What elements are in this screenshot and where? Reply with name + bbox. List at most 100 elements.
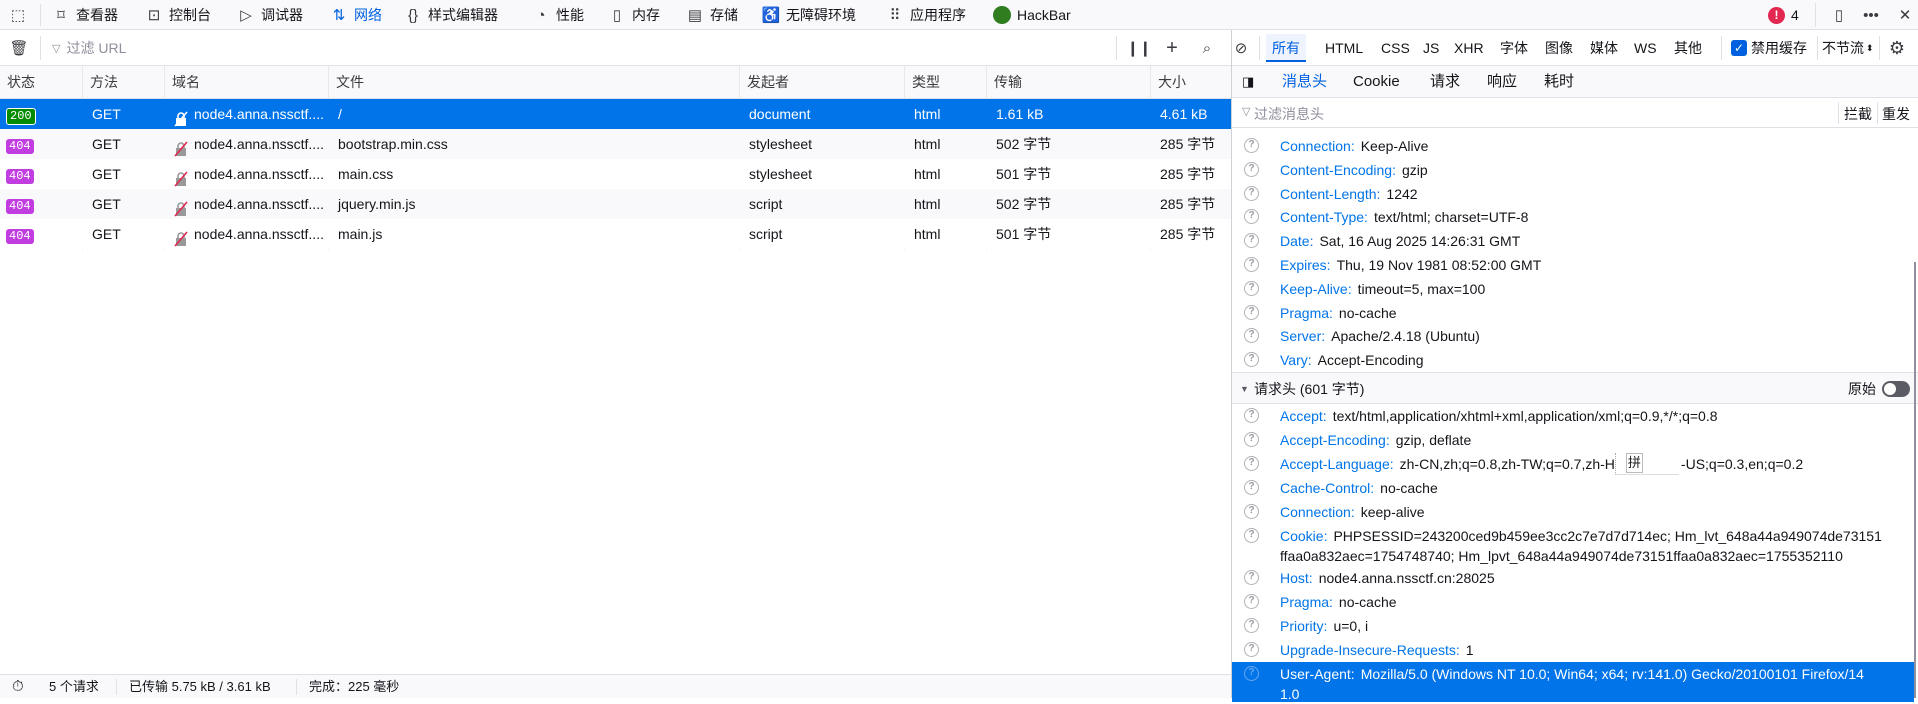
raw-toggle[interactable] bbox=[1882, 381, 1910, 397]
block-button[interactable]: ⊘ bbox=[1232, 33, 1250, 63]
header-row[interactable]: ? Content-Type: text/html; charset=UTF-8 bbox=[1232, 205, 1914, 229]
header-row[interactable]: ? Connection: Keep-Alive bbox=[1232, 134, 1914, 158]
header-name: Connection: bbox=[1280, 504, 1355, 520]
col-initiator[interactable]: 发起者 bbox=[739, 66, 789, 98]
col-transferred[interactable]: 传输 bbox=[986, 66, 1022, 98]
header-value: zh-CN,zh;q=0.8,zh-TW;q=0.7,zh-H bbox=[1399, 456, 1615, 472]
header-row[interactable]: ? Pragma: no-cache bbox=[1232, 590, 1914, 614]
grid-icon: ⠿ bbox=[889, 7, 901, 24]
tab-response[interactable]: 响应 bbox=[1487, 66, 1517, 98]
type-tab-images[interactable]: 图像 bbox=[1539, 34, 1579, 62]
header-filter-input[interactable]: ▽ 过滤消息头 拦截 重发 bbox=[1232, 98, 1918, 128]
header-row[interactable]: ? Accept-Encoding: gzip, deflate bbox=[1232, 428, 1914, 452]
table-row[interactable]: 404 GET node4.anna.nssctf.... jquery.min.js… bbox=[0, 189, 1232, 219]
type-tab-html[interactable]: HTML bbox=[1319, 34, 1369, 62]
search-button[interactable]: ⌕ bbox=[1198, 33, 1216, 63]
tab-console[interactable]: ⊡ 控制台 bbox=[145, 0, 211, 30]
type-tab-fonts[interactable]: 字体 bbox=[1494, 34, 1534, 62]
header-value: Sat, 16 Aug 2025 14:26:31 GMT bbox=[1319, 233, 1521, 250]
header-row[interactable]: ? Priority: u=0, i bbox=[1232, 614, 1914, 638]
stopwatch-icon: ⏱ bbox=[12, 678, 24, 695]
table-row[interactable]: 404 GET node4.anna.nssctf.... main.css style… bbox=[0, 159, 1232, 189]
header-row-selected[interactable]: ? User-Agent: Mozilla/5.0 (Windows NT 10.0… bbox=[1232, 662, 1914, 702]
request-headers-section-header[interactable]: ▼ 请求头 (601 字节) 原始 bbox=[1232, 372, 1918, 404]
close-devtools-button[interactable]: ✕ bbox=[1896, 0, 1914, 30]
header-row[interactable]: ? Accept: text/html,application/xhtml+xml,… bbox=[1232, 404, 1914, 428]
header-row[interactable]: ? Cache-Control: no-cache bbox=[1232, 476, 1914, 500]
clear-button[interactable]: 🗑 bbox=[9, 33, 28, 63]
header-row[interactable]: ? Pragma: no-cache bbox=[1232, 301, 1914, 325]
header-value-cont: 1.0 bbox=[1280, 686, 1300, 702]
tab-storage[interactable]: ▤ 存储 bbox=[686, 0, 738, 30]
header-row[interactable]: ? Connection: keep-alive bbox=[1232, 500, 1914, 524]
header-row[interactable]: ? Host: node4.anna.nssctf.cn:28025 bbox=[1232, 566, 1914, 590]
col-type[interactable]: 类型 bbox=[904, 66, 940, 98]
table-row[interactable]: 200 GET node4.anna.nssctf.... / document html… bbox=[0, 99, 1232, 129]
tab-inspector[interactable]: ⌑ 查看器 bbox=[52, 0, 118, 30]
disable-cache-checkbox[interactable]: ✓ 禁用缓存 bbox=[1731, 33, 1807, 63]
help-icon: ? bbox=[1244, 408, 1259, 423]
throttle-select[interactable]: 不节流 ⬍ bbox=[1822, 33, 1874, 63]
tab-hackbar[interactable]: HackBar bbox=[993, 0, 1071, 30]
url-filter-input[interactable]: ▽ 过滤 URL bbox=[52, 33, 1122, 63]
error-count-button[interactable]: ! 4 bbox=[1768, 0, 1799, 30]
more-options-button[interactable]: ••• bbox=[1862, 0, 1880, 30]
tab-request[interactable]: 请求 bbox=[1430, 66, 1460, 98]
cell-size: 285 字节 bbox=[1160, 136, 1216, 152]
header-value-end: -US;q=0.3,en;q=0.2 bbox=[1680, 456, 1804, 472]
header-row[interactable]: ? Cookie: PHPSESSID=243200ced9b459ee3cc2c7… bbox=[1232, 524, 1914, 568]
tab-network[interactable]: ⇅ 网络 bbox=[330, 0, 382, 30]
header-row[interactable]: ? Upgrade-Insecure-Requests: 1 bbox=[1232, 638, 1914, 662]
col-domain[interactable]: 域名 bbox=[164, 66, 200, 98]
type-tab-xhr[interactable]: XHR bbox=[1448, 34, 1490, 62]
type-tab-other[interactable]: 其他 bbox=[1668, 34, 1708, 62]
type-tab-js[interactable]: JS bbox=[1417, 34, 1445, 62]
responsive-design-button[interactable]: ▯ bbox=[1830, 0, 1848, 30]
toggle-sidebar-icon[interactable]: ◨ bbox=[1242, 66, 1254, 98]
header-row[interactable]: ? Server: Apache/2.4.18 (Ubuntu) bbox=[1232, 324, 1914, 348]
header-value: text/html; charset=UTF-8 bbox=[1373, 209, 1529, 226]
cell-domain: node4.anna.nssctf.... bbox=[164, 189, 328, 219]
col-size[interactable]: 大小 bbox=[1150, 66, 1186, 98]
pause-button[interactable]: ❙❙ bbox=[1126, 33, 1151, 63]
tab-application[interactable]: ⠿ 应用程序 bbox=[886, 0, 967, 30]
new-request-button[interactable]: + bbox=[1163, 33, 1181, 63]
element-picker-button[interactable]: ⬚ bbox=[9, 0, 27, 30]
tab-performance[interactable]: ◔ 性能 bbox=[532, 0, 584, 30]
help-icon: ? bbox=[1244, 185, 1259, 201]
storage-icon: ▤ bbox=[687, 7, 703, 24]
settings-button[interactable]: ⚙ bbox=[1888, 33, 1906, 63]
tab-headers[interactable]: 消息头 bbox=[1282, 66, 1327, 98]
header-row[interactable]: ? Content-Encoding: gzip bbox=[1232, 158, 1914, 182]
cell-type: html bbox=[914, 136, 941, 152]
header-row[interactable]: ? Accept-Language: zh-CN,zh;q=0.8,zh-TW;q=… bbox=[1232, 452, 1914, 476]
tab-debugger[interactable]: ▷ 调试器 bbox=[237, 0, 303, 30]
block-request-button[interactable]: 拦截 bbox=[1844, 104, 1872, 124]
header-row[interactable]: ? Vary: Accept-Encoding bbox=[1232, 348, 1914, 372]
header-row[interactable]: ? Keep-Alive: timeout=5, max=100 bbox=[1232, 277, 1914, 301]
tab-timings[interactable]: 耗时 bbox=[1544, 66, 1574, 98]
resend-button[interactable]: 重发 bbox=[1882, 104, 1910, 124]
header-value: Keep-Alive bbox=[1360, 138, 1429, 154]
type-tab-css[interactable]: CSS bbox=[1375, 34, 1416, 62]
cell-status: 404 bbox=[0, 129, 82, 159]
table-row[interactable]: 404 GET node4.anna.nssctf.... main.js script… bbox=[0, 219, 1232, 249]
header-row[interactable]: ? Expires: Thu, 19 Nov 1981 08:52:00 GMT bbox=[1232, 253, 1914, 277]
table-row[interactable]: 404 GET node4.anna.nssctf.... bootstrap.min… bbox=[0, 129, 1232, 159]
tab-style-editor[interactable]: {} 样式编辑器 bbox=[404, 0, 498, 30]
col-status[interactable]: 状态 bbox=[0, 66, 35, 98]
cell-size: 285 字节 bbox=[1160, 226, 1216, 242]
cell-type: html bbox=[914, 196, 941, 212]
scrollbar[interactable] bbox=[1914, 262, 1916, 698]
tab-cookies[interactable]: Cookie bbox=[1353, 66, 1400, 98]
type-tab-ws[interactable]: WS bbox=[1628, 34, 1663, 62]
tab-accessibility[interactable]: ♿ 无障碍环境 bbox=[762, 0, 856, 30]
tab-memory[interactable]: ▯ 内存 bbox=[608, 0, 660, 30]
type-tab-media[interactable]: 媒体 bbox=[1584, 34, 1624, 62]
col-method[interactable]: 方法 bbox=[82, 66, 118, 98]
type-tab-all[interactable]: 所有 bbox=[1266, 34, 1306, 62]
header-row[interactable]: ? Content-Length: 1242 bbox=[1232, 182, 1914, 206]
domain-text: node4.anna.nssctf.... bbox=[194, 196, 324, 212]
col-file[interactable]: 文件 bbox=[328, 66, 364, 98]
header-row[interactable]: ? Date: Sat, 16 Aug 2025 14:26:31 GMT bbox=[1232, 229, 1914, 253]
